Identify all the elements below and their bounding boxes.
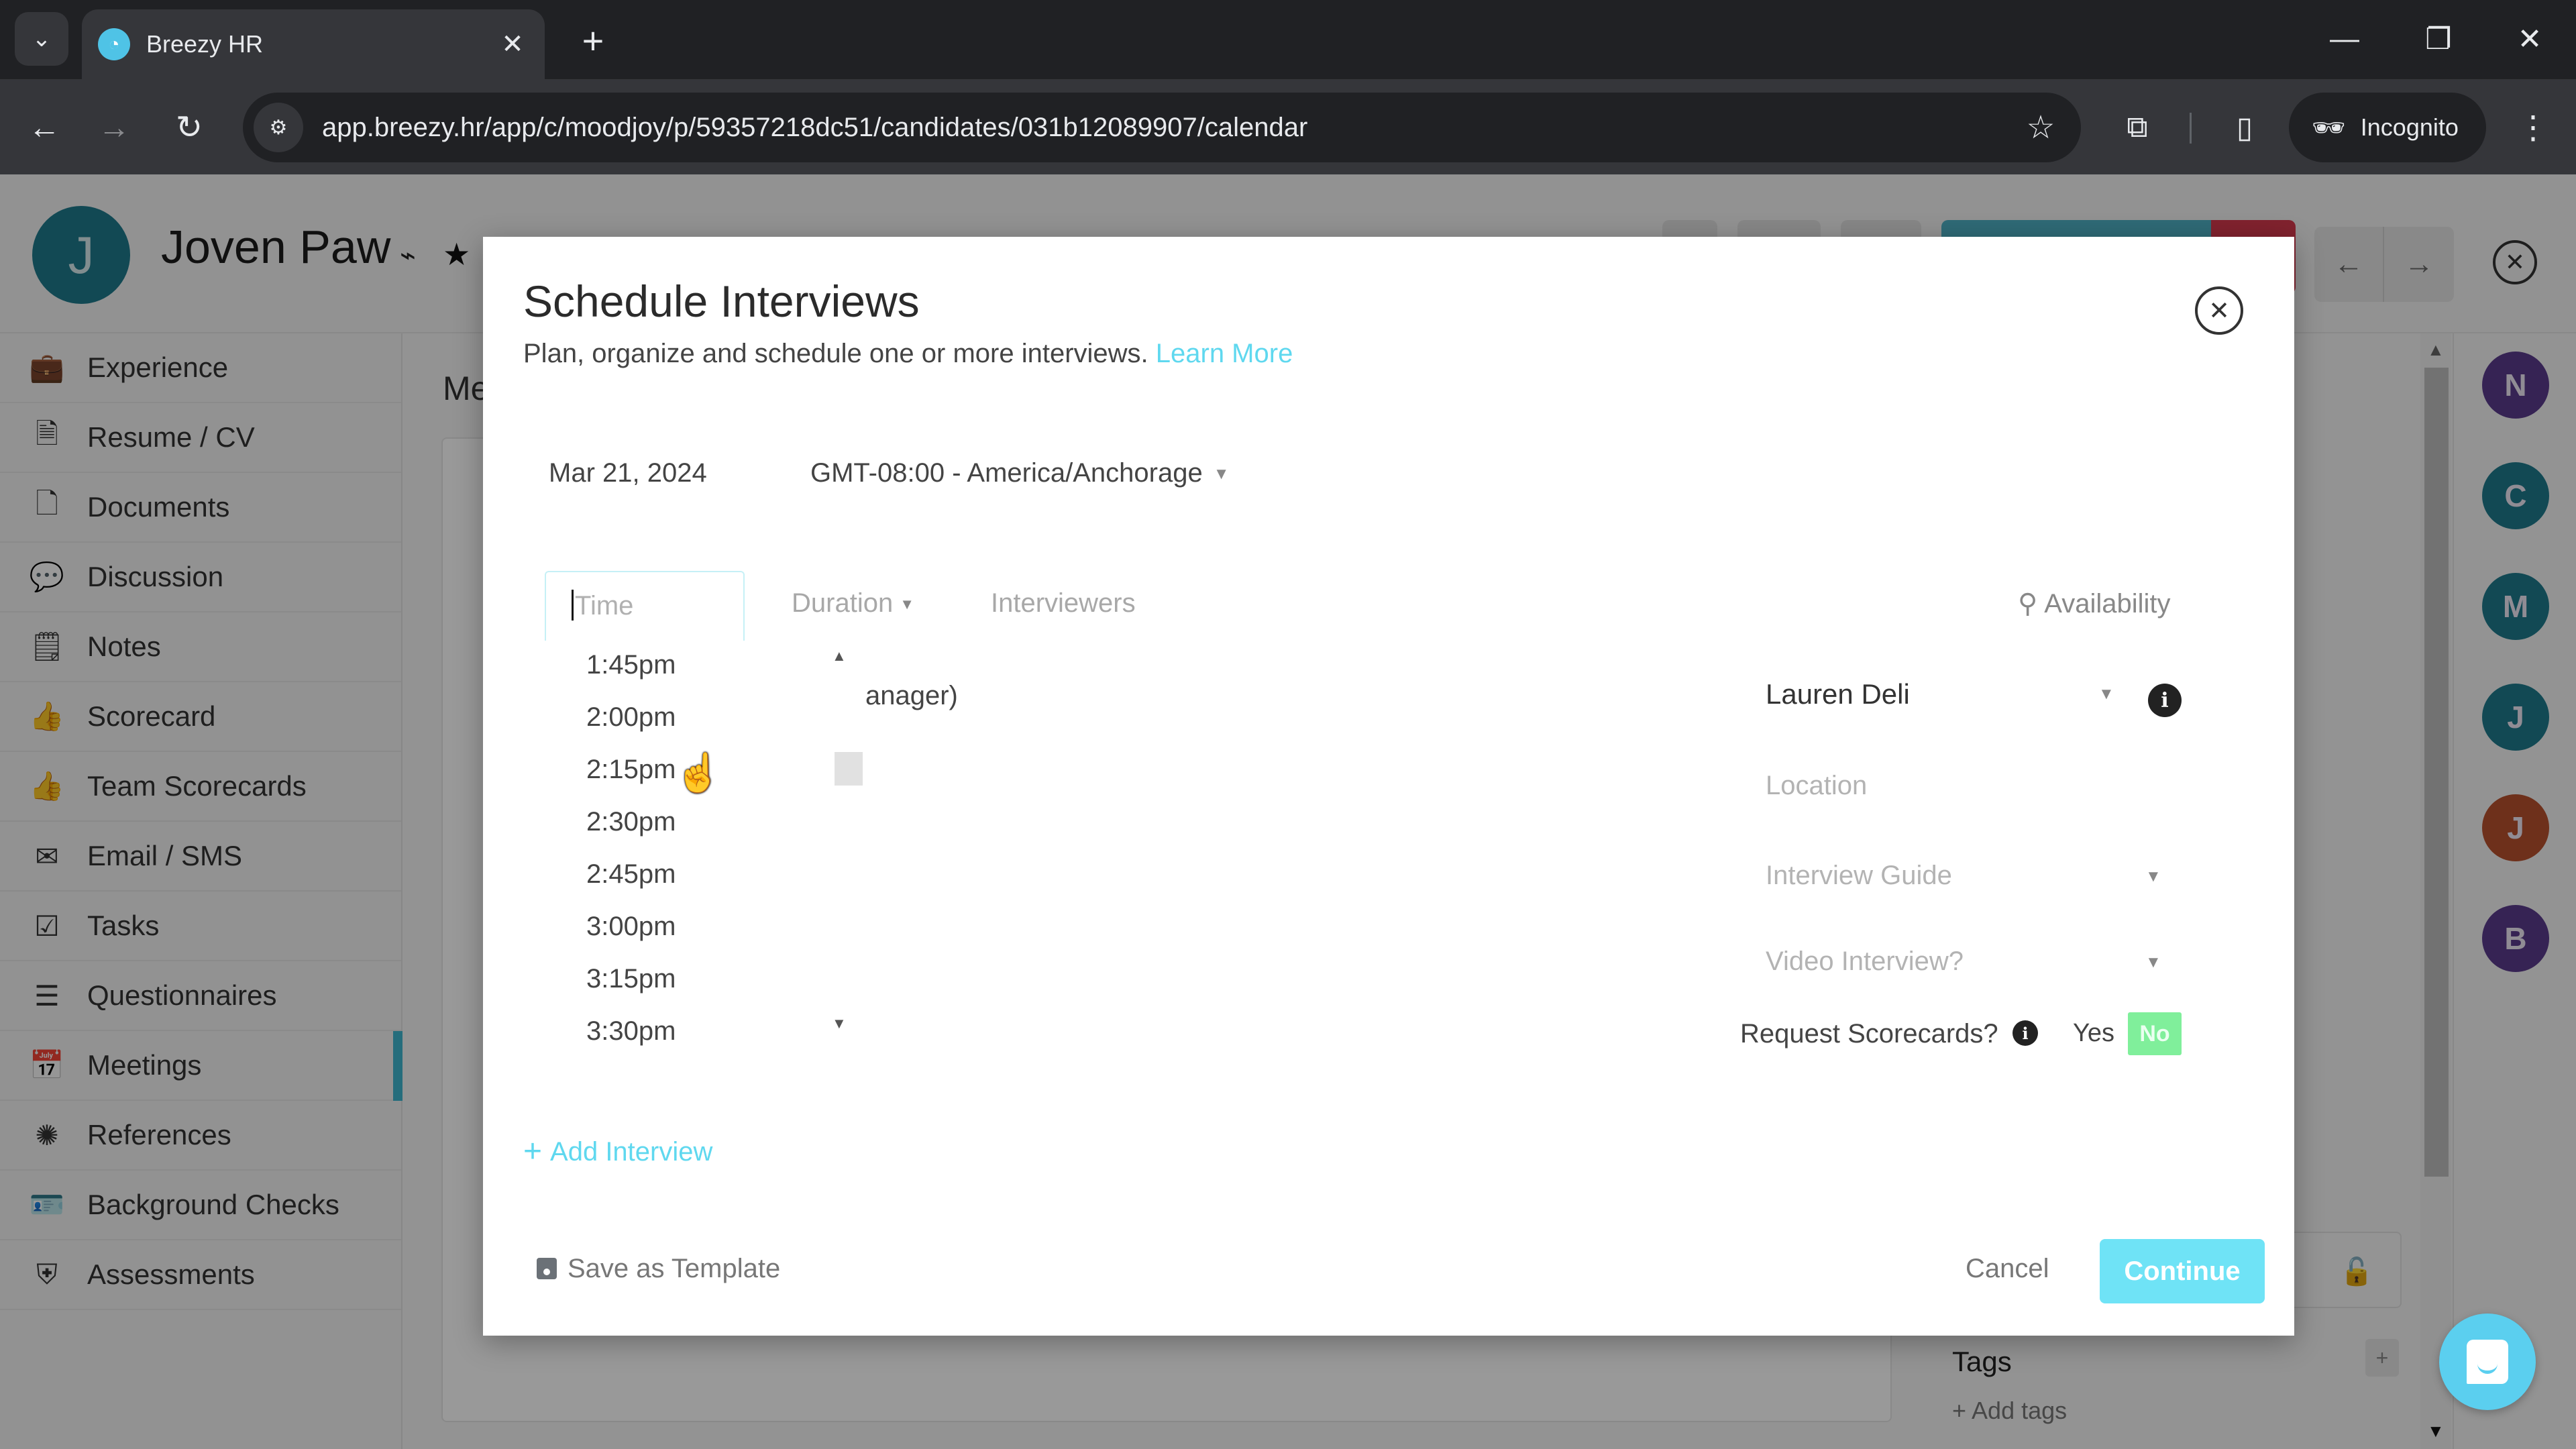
availability-button[interactable]: ⚲ Availability: [2018, 588, 2171, 619]
caret-down-icon[interactable]: ▼: [2145, 953, 2161, 972]
side-panel-button[interactable]: ▯: [2220, 103, 2269, 152]
interview-date[interactable]: Mar 21, 2024: [549, 458, 707, 488]
search-icon: ⚲: [2018, 589, 2038, 619]
caret-down-icon: ▼: [1213, 465, 1230, 484]
close-icon: ✕: [2208, 297, 2230, 325]
learn-more-link[interactable]: Learn More: [1156, 339, 1293, 368]
availability-label: Availability: [2044, 589, 2171, 619]
incognito-label: Incognito: [2360, 113, 2459, 141]
incognito-indicator[interactable]: 🕶 Incognito: [2289, 93, 2486, 162]
timezone-value: GMT-08:00 - America/Anchorage: [810, 458, 1203, 488]
site-info-icon[interactable]: ⚙: [254, 103, 303, 152]
hand-cursor-icon: ☝: [675, 751, 722, 794]
save-template-label: Save as Template: [568, 1254, 781, 1283]
arrow-left-icon: ←: [28, 109, 60, 146]
duration-select[interactable]: Duration ▼: [792, 588, 914, 619]
interviewer-select[interactable]: Lauren Deli: [1766, 678, 1910, 710]
scroll-down-icon[interactable]: ▼: [832, 1015, 847, 1032]
star-outline-icon[interactable]: ☆: [2017, 109, 2065, 146]
kebab-icon: ⋮: [2517, 110, 2549, 146]
scorecards-yes-option[interactable]: Yes: [2073, 1019, 2114, 1048]
arrow-right-icon: →: [98, 109, 130, 146]
location-input[interactable]: Location: [1766, 771, 1867, 801]
info-icon[interactable]: i: [2012, 1020, 2038, 1046]
time-option[interactable]: 3:00pm: [586, 912, 676, 942]
modal-close-button[interactable]: ✕: [2195, 286, 2243, 335]
save-as-template-button[interactable]: Save as Template: [537, 1254, 780, 1284]
add-interview-label: Add Interview: [550, 1137, 713, 1167]
tab-title: Breezy HR: [146, 30, 264, 58]
caret-down-icon[interactable]: ▼: [2098, 685, 2114, 704]
minimize-button[interactable]: —: [2314, 15, 2375, 63]
time-option[interactable]: 2:45pm: [586, 859, 676, 890]
close-icon: ✕: [2517, 22, 2542, 56]
browser-tab-bar: ⌄ ◔ Breezy HR ✕ + — ❐ ✕: [0, 0, 2576, 79]
floppy-disk-icon: [537, 1258, 557, 1279]
incognito-icon: 🕶: [2312, 113, 2346, 143]
modal-subtitle: Plan, organize and schedule one or more …: [523, 339, 1293, 369]
interview-name[interactable]: anager): [865, 681, 958, 711]
interview-guide-select[interactable]: Interview Guide: [1766, 861, 1952, 891]
plus-icon: +: [582, 19, 604, 62]
time-option[interactable]: 3:30pm: [586, 1016, 676, 1046]
time-input[interactable]: Time: [545, 571, 745, 641]
forward-button[interactable]: →: [90, 103, 138, 152]
plus-icon: +: [523, 1134, 543, 1169]
scroll-up-icon[interactable]: ▲: [832, 647, 847, 665]
chat-icon: [2467, 1340, 2508, 1384]
continue-button[interactable]: Continue: [2100, 1239, 2265, 1303]
address-bar[interactable]: ⚙ app.breezy.hr/app/c/moodjoy/p/59357218…: [243, 93, 2081, 162]
back-button[interactable]: ←: [20, 103, 68, 152]
time-dropdown-list: 1:45pm 2:00pm 2:15pm 2:30pm 2:45pm 3:00pm 3:15…: [545, 641, 739, 1066]
scorecards-no-option[interactable]: No: [2128, 1012, 2182, 1055]
new-tab-button[interactable]: +: [569, 16, 617, 64]
schedule-interviews-modal: Schedule Interviews Plan, organize and s…: [483, 237, 2294, 1336]
chat-launcher-button[interactable]: [2439, 1313, 2536, 1410]
side-panel-icon: ▯: [2236, 111, 2253, 144]
puzzle-icon: ⧉: [2127, 111, 2148, 144]
reload-icon: ↻: [175, 110, 203, 146]
reload-button[interactable]: ↻: [165, 103, 213, 152]
toolbar-divider: [2190, 113, 2192, 144]
close-icon[interactable]: ✕: [496, 29, 529, 60]
extensions-button[interactable]: ⧉: [2113, 103, 2161, 152]
time-option[interactable]: 2:30pm: [586, 807, 676, 837]
duration-label: Duration: [792, 588, 894, 618]
request-scorecards-label: Request Scorecards?: [1740, 1019, 1998, 1049]
minimize-icon: —: [2330, 22, 2359, 55]
browser-tab[interactable]: ◔ Breezy HR ✕: [82, 9, 545, 79]
time-option[interactable]: 3:15pm: [586, 964, 676, 994]
close-window-button[interactable]: ✕: [2500, 15, 2560, 63]
url-text[interactable]: app.breezy.hr/app/c/moodjoy/p/59357218dc…: [322, 113, 2017, 143]
tab-search-button[interactable]: ⌄: [15, 12, 68, 66]
chevron-down-icon: ⌄: [32, 26, 52, 52]
browser-toolbar: ← → ↻ ⚙ app.breezy.hr/app/c/moodjoy/p/59…: [0, 79, 2576, 174]
caret-down-icon[interactable]: ▼: [2145, 867, 2161, 886]
subtitle-text: Plan, organize and schedule one or more …: [523, 339, 1148, 368]
caret-down-icon: ▼: [900, 596, 914, 613]
time-option[interactable]: 1:45pm: [586, 650, 676, 680]
info-icon[interactable]: i: [2148, 684, 2182, 717]
add-interview-button[interactable]: + Add Interview: [523, 1133, 712, 1170]
video-interview-select[interactable]: Video Interview?: [1766, 947, 1964, 977]
cancel-button[interactable]: Cancel: [1966, 1254, 2049, 1284]
time-option[interactable]: 2:00pm: [586, 702, 676, 733]
browser-menu-button[interactable]: ⋮: [2509, 103, 2557, 152]
breezy-favicon-icon: ◔: [98, 28, 130, 60]
restore-icon: ❐: [2425, 22, 2452, 56]
time-placeholder: Time: [575, 591, 634, 621]
color-swatch[interactable]: [835, 752, 863, 786]
restore-button[interactable]: ❐: [2408, 15, 2469, 63]
modal-title: Schedule Interviews: [523, 276, 920, 326]
interviewers-header: Interviewers: [991, 588, 1136, 618]
text-cursor: [572, 590, 574, 621]
time-option[interactable]: 2:15pm: [586, 755, 676, 785]
timezone-select[interactable]: GMT-08:00 - America/Anchorage ▼: [810, 458, 1229, 488]
